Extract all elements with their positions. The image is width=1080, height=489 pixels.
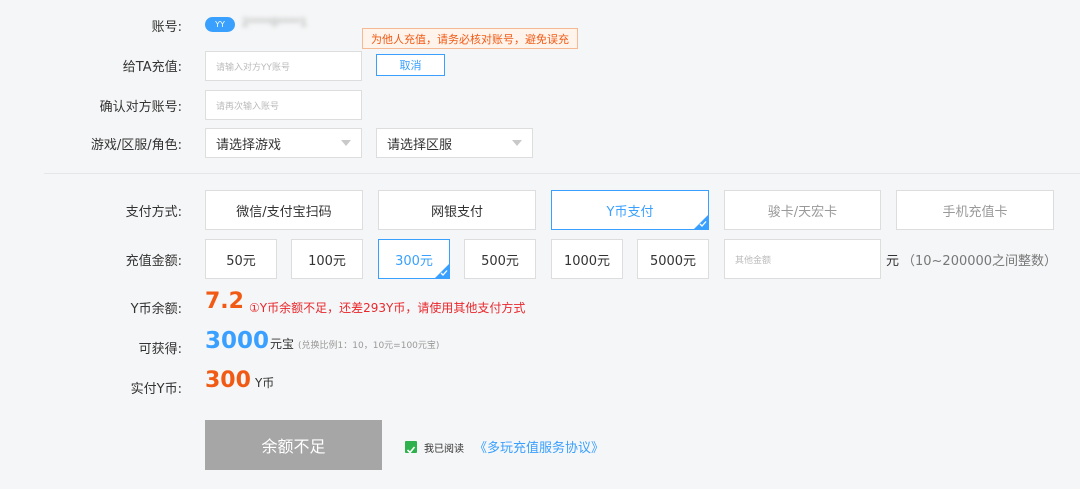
amount-option-label: 1000元 bbox=[563, 253, 611, 269]
section-divider bbox=[44, 173, 1080, 174]
amount-option-500[interactable]: 500元 bbox=[464, 239, 536, 279]
payment-method-label: 网银支付 bbox=[430, 204, 483, 220]
confirm-account-label: 确认对方账号: bbox=[99, 100, 182, 115]
account-badge: YY bbox=[205, 17, 235, 32]
game-region-label: 游戏/区服/角色: bbox=[90, 138, 182, 153]
server-select[interactable]: 请选择区服 bbox=[376, 128, 533, 158]
checkmark-icon bbox=[699, 221, 707, 227]
pay-actual-group: 300 Y币 bbox=[205, 368, 274, 393]
confirm-account-input[interactable]: 请再次输入账号 bbox=[205, 90, 362, 120]
amount-option-label: 5000元 bbox=[649, 253, 697, 269]
amount-option-100[interactable]: 100元 bbox=[291, 239, 363, 279]
payment-method-label: Y币支付 bbox=[606, 204, 654, 220]
agreement-read-text: 我已阅读 bbox=[424, 444, 464, 455]
obtain-value: 3000 bbox=[205, 328, 270, 354]
balance-value: 7.2 bbox=[205, 289, 244, 314]
other-amount-placeholder: 其他金额 bbox=[735, 255, 772, 266]
submit-button-label: 余额不足 bbox=[261, 437, 326, 456]
amount-option-300[interactable]: 300元 bbox=[378, 239, 450, 279]
game-select-value: 请选择游戏 bbox=[216, 137, 282, 153]
payment-method-card[interactable]: 骏卡/天宏卡 bbox=[724, 190, 881, 230]
checkmark-icon bbox=[440, 270, 448, 276]
amount-range-hint: （10~200000之间整数） bbox=[902, 254, 1058, 269]
agreement-checkbox[interactable] bbox=[405, 441, 417, 454]
cancel-button-label: 取消 bbox=[399, 59, 422, 72]
pay-actual-label: 实付Y币: bbox=[130, 382, 182, 397]
checkbox-check-icon bbox=[406, 446, 416, 454]
account-label: 账号: bbox=[151, 20, 182, 35]
payment-method-ycoin[interactable]: Y币支付 bbox=[551, 190, 709, 230]
warning-tooltip: 为他人充值，请务必核对账号，避免误充 bbox=[362, 28, 578, 49]
amount-option-label: 50元 bbox=[226, 253, 256, 269]
obtain-unit: 元宝 bbox=[270, 337, 295, 351]
payment-method-label: 骏卡/天宏卡 bbox=[767, 204, 838, 220]
balance-label: Y币余额: bbox=[130, 302, 182, 317]
server-select-value: 请选择区服 bbox=[387, 137, 453, 153]
payment-method-label: 微信/支付宝扫码 bbox=[236, 204, 332, 220]
obtain-group: 3000 元宝 (兑换比例1：10，10元=100元宝) bbox=[205, 328, 439, 354]
obtain-label: 可获得: bbox=[138, 342, 182, 357]
recharge-account-placeholder: 请输入对方YY账号 bbox=[216, 62, 290, 73]
payment-method-bank[interactable]: 网银支付 bbox=[378, 190, 536, 230]
submit-button[interactable]: 余额不足 bbox=[205, 420, 382, 470]
amount-unit: 元 bbox=[886, 254, 900, 269]
warning-tooltip-text: 为他人充值，请务必核对账号，避免误充 bbox=[371, 32, 569, 46]
amount-label: 充值金额: bbox=[125, 254, 182, 269]
chevron-down-icon bbox=[341, 140, 351, 146]
amount-option-50[interactable]: 50元 bbox=[205, 239, 277, 279]
obtain-ratio: (兑换比例1：10，10元=100元宝) bbox=[298, 341, 440, 351]
payment-method-label: 手机充值卡 bbox=[942, 204, 1008, 220]
game-select[interactable]: 请选择游戏 bbox=[205, 128, 362, 158]
amount-option-label: 300元 bbox=[395, 253, 433, 269]
amount-option-5000[interactable]: 5000元 bbox=[637, 239, 709, 279]
other-amount-input[interactable]: 其他金额 bbox=[724, 239, 881, 279]
cancel-button[interactable]: 取消 bbox=[376, 54, 445, 76]
pay-actual-value: 300 bbox=[205, 368, 251, 393]
recharge-account-input[interactable]: 请输入对方YY账号 bbox=[205, 51, 362, 81]
account-username: 2****0****1 bbox=[242, 16, 307, 29]
pay-actual-unit: Y币 bbox=[254, 376, 275, 390]
amount-option-1000[interactable]: 1000元 bbox=[551, 239, 623, 279]
account-badge-text: YY bbox=[215, 20, 225, 29]
payment-method-wechat-alipay[interactable]: 微信/支付宝扫码 bbox=[205, 190, 363, 230]
recharge-for-label: 给TA充值: bbox=[122, 60, 182, 75]
payment-method-phone-card[interactable]: 手机充值卡 bbox=[896, 190, 1054, 230]
chevron-down-icon bbox=[512, 140, 522, 146]
agreement-link[interactable]: 《多玩充值服务协议》 bbox=[474, 437, 604, 456]
confirm-account-placeholder: 请再次输入账号 bbox=[216, 101, 280, 112]
payment-label: 支付方式: bbox=[125, 205, 182, 220]
amount-option-label: 500元 bbox=[481, 253, 519, 269]
balance-warning: ①Y币余额不足，还差293Y币，请使用其他支付方式 bbox=[249, 301, 526, 315]
amount-option-label: 100元 bbox=[308, 253, 346, 269]
